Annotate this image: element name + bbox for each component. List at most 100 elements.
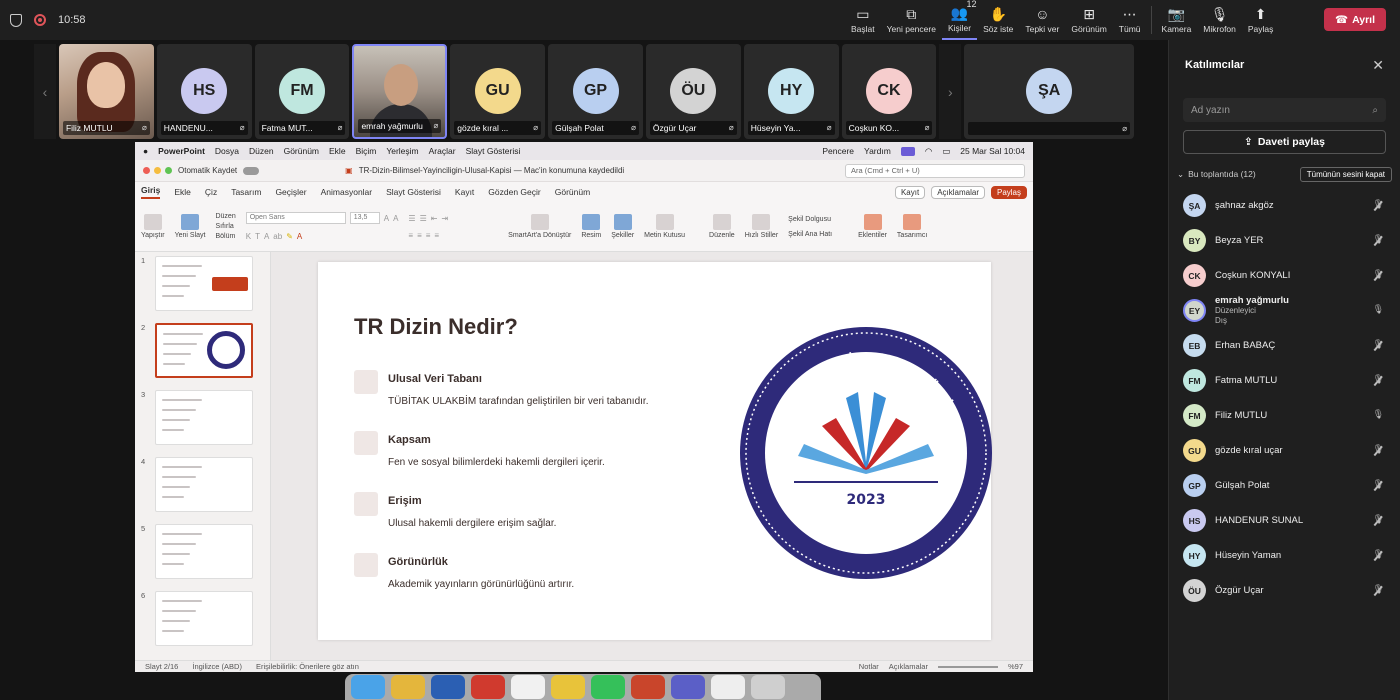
shrink-font-icon[interactable]: A	[393, 214, 398, 223]
mac-menu-item[interactable]: Slayt Gösterisi	[466, 146, 521, 156]
font-select[interactable]: Open Sans	[245, 212, 346, 224]
shape-outline-button[interactable]: Şekil Ana Hatı	[788, 231, 832, 238]
strip-prev-button[interactable]: ‹	[34, 44, 56, 139]
participant-row[interactable]: EY emrah yağmurlu Düzenleyici Dış 🎙	[1169, 293, 1400, 328]
share-ppt-button[interactable]: Paylaş	[990, 185, 1027, 199]
accessibility-status[interactable]: Erişilebilirlik: Önerilere göz atın	[256, 662, 359, 671]
comments-button[interactable]: Açıklamalar	[931, 185, 985, 199]
participant-row[interactable]: EB Erhan BABAÇ 🎙	[1169, 328, 1400, 363]
ribbon-tab[interactable]: Giriş	[141, 185, 161, 199]
chevron-down-icon[interactable]: ⌄	[1177, 169, 1184, 180]
strip-next-button[interactable]: ›	[939, 44, 962, 139]
calendar-icon[interactable]	[511, 675, 545, 699]
mic-off-icon[interactable]: 🎙	[1373, 199, 1384, 210]
shapes-button[interactable]: Şekiller	[611, 214, 634, 239]
participant-tile[interactable]: HS HANDENU... ⌀	[156, 44, 252, 139]
participant-row[interactable]: GP Gülşah Polat 🎙	[1169, 468, 1400, 503]
participant-tile[interactable]: HY Hüseyin Ya... ⌀	[743, 44, 839, 139]
participant-row[interactable]: GU gözde kıral uçar 🎙	[1169, 433, 1400, 468]
mac-menu-item[interactable]: Yardım	[864, 146, 891, 156]
zoom-slider[interactable]	[937, 666, 998, 668]
align-left-icon[interactable]: ≡	[408, 231, 413, 240]
document-icon[interactable]	[711, 675, 745, 699]
mute-all-button[interactable]: Tümünün sesini kapat	[1299, 166, 1392, 182]
chrome-icon[interactable]	[551, 675, 585, 699]
participant-row[interactable]: HS HANDENUR SUNAL 🎙	[1169, 503, 1400, 538]
align-right-icon[interactable]: ≡	[426, 231, 431, 240]
slide-thumbnail[interactable]	[155, 457, 253, 512]
smartart-button[interactable]: SmartArt'a Dönüştür	[508, 214, 571, 239]
mic-off-icon[interactable]: 🎙	[1373, 479, 1384, 490]
pdf-icon[interactable]	[471, 675, 505, 699]
trash-icon[interactable]	[751, 675, 785, 699]
bold-icon[interactable]: K	[246, 232, 251, 241]
mic-off-icon[interactable]: 🎙	[1373, 584, 1384, 595]
shape-fill-button[interactable]: Şekil Dolgusu	[788, 216, 832, 223]
ribbon-tab[interactable]: Animasyonlar	[321, 187, 373, 197]
slide-canvas[interactable]: TR Dizin Nedir? Ulusal Veri Tabanı TÜBİTA…	[318, 262, 992, 640]
ribbon-tab[interactable]: Görünüm	[555, 187, 590, 197]
mac-menu-item[interactable]: Araçlar	[429, 146, 456, 156]
slide-thumbnail[interactable]	[155, 591, 253, 646]
ribbon-tab[interactable]: Geçişler	[275, 187, 306, 197]
picture-button[interactable]: Resim	[581, 214, 601, 239]
participant-tile[interactable]: emrah yağmurlu ⌀	[352, 44, 448, 139]
ribbon-tab[interactable]: Gözden Geçir	[488, 187, 540, 197]
toolbar-button-5[interactable]: ⊞ Görünüm	[1065, 0, 1112, 40]
underline-icon[interactable]: A	[264, 232, 269, 241]
addins-button[interactable]: Eklentiler	[858, 214, 887, 239]
arrange-button[interactable]: Düzenle	[709, 214, 735, 239]
participant-row[interactable]: HY Hüseyin Yaman 🎙	[1169, 538, 1400, 573]
grow-font-icon[interactable]: A	[384, 214, 389, 223]
participant-tile[interactable]: Filiz MUTLU ⌀	[58, 44, 154, 139]
ribbon-tab[interactable]: Tasarım	[231, 187, 261, 197]
mic-icon[interactable]: 🎙	[1373, 409, 1384, 420]
toolbar-button-2[interactable]: 👥 12 Kişiler	[941, 0, 978, 40]
ribbon-tab[interactable]: Ekle	[174, 187, 191, 197]
comments-status-button[interactable]: Açıklamalar	[889, 662, 928, 671]
slide-thumbnail[interactable]	[155, 256, 253, 311]
ribbon-tab[interactable]: Kayıt	[455, 187, 474, 197]
slide-thumbnail[interactable]	[155, 390, 253, 445]
minimize-icon[interactable]	[154, 167, 161, 174]
participant-row[interactable]: CK Coşkun KONYALI 🎙	[1169, 258, 1400, 293]
indent-icon[interactable]: ⇤	[431, 214, 438, 223]
mac-menu-item[interactable]: PowerPoint	[158, 146, 205, 156]
participant-tile[interactable]: ŞA ⌀	[964, 44, 1135, 139]
new-slide-button[interactable]: Yeni Slayt	[175, 214, 205, 239]
justify-icon[interactable]: ≡	[434, 231, 439, 240]
strikethrough-icon[interactable]: ab	[273, 232, 282, 241]
reset-button[interactable]: Sıfırla	[215, 223, 235, 230]
italic-icon[interactable]: T	[255, 232, 260, 241]
participant-tile[interactable]: GU gözde kıral ... ⌀	[450, 44, 546, 139]
ribbon-tab[interactable]: Slayt Gösterisi	[386, 187, 441, 197]
bullets-icon[interactable]: ☰	[408, 214, 415, 223]
toolbar-button-8[interactable]: 🎙 Mikrofon	[1197, 0, 1242, 40]
teams-icon[interactable]	[671, 675, 705, 699]
align-center-icon[interactable]: ≡	[417, 231, 422, 240]
toolbar-button-0[interactable]: ▭ Başlat	[845, 0, 881, 40]
share-invite-button[interactable]: ⇪ Daveti paylaş	[1183, 130, 1386, 154]
mic-off-icon[interactable]: 🎙	[1373, 514, 1384, 525]
maximize-icon[interactable]	[165, 167, 172, 174]
toolbar-button-4[interactable]: ☺ Tepki ver	[1019, 0, 1065, 40]
paste-button[interactable]: Yapıştır	[141, 214, 165, 239]
window-controls[interactable]	[143, 167, 172, 174]
designer-button[interactable]: Tasarımcı	[897, 214, 927, 239]
mic-off-icon[interactable]: 🎙	[1373, 374, 1384, 385]
record-button[interactable]: Kayıt	[894, 185, 926, 199]
whatsapp-icon[interactable]	[591, 675, 625, 699]
participant-tile[interactable]: ÖU Özgür Uçar ⌀	[645, 44, 741, 139]
toolbar-button-7[interactable]: 📷 Kamera	[1156, 0, 1198, 40]
outdent-icon[interactable]: ⇥	[441, 214, 448, 223]
ppt-search-input[interactable]: Ara (Cmd + Ctrl + U)	[845, 163, 1025, 178]
mac-menu-item[interactable]: Dosya	[215, 146, 239, 156]
mac-menu-item[interactable]: Biçim	[356, 146, 377, 156]
zoom-level[interactable]: %97	[1008, 662, 1023, 671]
numbering-icon[interactable]: ☰	[420, 214, 427, 223]
toolbar-button-6[interactable]: ⋯ Tümü	[1113, 0, 1147, 40]
font-color-icon[interactable]: A	[297, 232, 302, 241]
language-status[interactable]: İngilizce (ABD)	[192, 662, 242, 671]
quick-styles-button[interactable]: Hızlı Stiller	[745, 214, 778, 239]
mic-off-icon[interactable]: 🎙	[1373, 339, 1384, 350]
